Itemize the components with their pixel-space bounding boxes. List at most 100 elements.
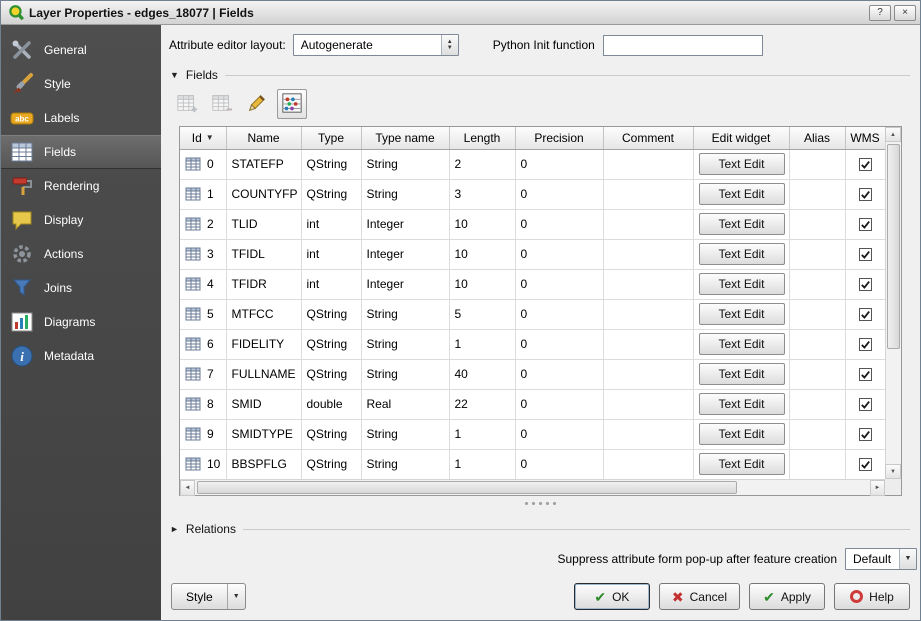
cell-precision[interactable]: 0 [515, 239, 603, 269]
header-comment[interactable]: Comment [603, 127, 693, 149]
cell-type-name[interactable]: String [361, 449, 449, 479]
cell-precision[interactable]: 0 [515, 179, 603, 209]
horizontal-scrollbar-thumb[interactable] [197, 481, 737, 494]
cell-comment[interactable] [603, 449, 693, 479]
cell-length[interactable]: 22 [449, 389, 515, 419]
vertical-scrollbar[interactable]: ▲ ▼ [885, 127, 901, 479]
titlebar[interactable]: Layer Properties - edges_18077 | Fields … [1, 1, 920, 25]
cell-alias[interactable] [789, 389, 845, 419]
cell-type-name[interactable]: String [361, 299, 449, 329]
edit-widget-button[interactable]: Text Edit [699, 423, 785, 445]
wms-checkbox[interactable] [859, 458, 872, 471]
cell-comment[interactable] [603, 149, 693, 179]
wms-checkbox[interactable] [859, 428, 872, 441]
wms-checkbox[interactable] [859, 248, 872, 261]
python-init-input[interactable] [603, 35, 763, 56]
cell-name[interactable]: TLID [226, 209, 301, 239]
window-help-button[interactable]: ? [869, 5, 891, 21]
edit-widget-button[interactable]: Text Edit [699, 153, 785, 175]
cell-name[interactable]: SMID [226, 389, 301, 419]
cell-name[interactable]: FULLNAME [226, 359, 301, 389]
cell-precision[interactable]: 0 [515, 419, 603, 449]
horizontal-scrollbar[interactable]: ◄ ► [180, 479, 885, 495]
header-name[interactable]: Name [226, 127, 301, 149]
cell-type[interactable]: QString [301, 149, 361, 179]
cell-precision[interactable]: 0 [515, 209, 603, 239]
cell-length[interactable]: 1 [449, 449, 515, 479]
cell-type-name[interactable]: String [361, 149, 449, 179]
cell-name[interactable]: SMIDTYPE [226, 419, 301, 449]
scroll-left-icon[interactable]: ◄ [180, 480, 195, 496]
cell-type-name[interactable]: String [361, 419, 449, 449]
cell-comment[interactable] [603, 179, 693, 209]
header-wms[interactable]: WMS [845, 127, 885, 149]
new-column-button[interactable] [172, 89, 202, 119]
help-button[interactable]: Help [834, 583, 910, 610]
wms-checkbox[interactable] [859, 278, 872, 291]
cell-comment[interactable] [603, 239, 693, 269]
cell-type[interactable]: double [301, 389, 361, 419]
sidebar-item-general[interactable]: General [1, 33, 161, 67]
cell-type[interactable]: int [301, 209, 361, 239]
fields-group-header[interactable]: ▼ Fields [170, 68, 910, 82]
dropdown-icon[interactable]: ▼ [899, 549, 916, 569]
cell-id[interactable]: 10 [180, 449, 226, 479]
cell-id[interactable]: 6 [180, 329, 226, 359]
cell-comment[interactable] [603, 329, 693, 359]
cell-type[interactable]: int [301, 269, 361, 299]
cell-type-name[interactable]: Real [361, 389, 449, 419]
cell-precision[interactable]: 0 [515, 449, 603, 479]
cell-precision[interactable]: 0 [515, 389, 603, 419]
cell-length[interactable]: 3 [449, 179, 515, 209]
cell-id[interactable]: 3 [180, 239, 226, 269]
header-alias[interactable]: Alias [789, 127, 845, 149]
style-dropdown-icon[interactable]: ▼ [227, 584, 245, 609]
cell-name[interactable]: TFIDR [226, 269, 301, 299]
style-button[interactable]: Style ▼ [171, 583, 246, 610]
delete-column-button[interactable] [207, 89, 237, 119]
wms-checkbox[interactable] [859, 338, 872, 351]
scroll-right-icon[interactable]: ► [870, 480, 885, 496]
sidebar-item-actions[interactable]: Actions [1, 237, 161, 271]
cell-precision[interactable]: 0 [515, 299, 603, 329]
cell-id[interactable]: 1 [180, 179, 226, 209]
cell-id[interactable]: 2 [180, 209, 226, 239]
attribute-editor-layout-select[interactable]: Autogenerate ▲▼ [293, 34, 459, 56]
cell-name[interactable]: FIDELITY [226, 329, 301, 359]
cell-id[interactable]: 9 [180, 419, 226, 449]
cell-alias[interactable] [789, 419, 845, 449]
cell-comment[interactable] [603, 389, 693, 419]
cell-id[interactable]: 8 [180, 389, 226, 419]
cell-comment[interactable] [603, 359, 693, 389]
header-type-name[interactable]: Type name [361, 127, 449, 149]
cell-type[interactable]: QString [301, 449, 361, 479]
cell-type-name[interactable]: String [361, 359, 449, 389]
cell-comment[interactable] [603, 209, 693, 239]
cell-type[interactable]: QString [301, 299, 361, 329]
relations-group-header[interactable]: ► Relations [170, 522, 910, 536]
cell-type-name[interactable]: Integer [361, 269, 449, 299]
edit-widget-button[interactable]: Text Edit [699, 243, 785, 265]
cell-id[interactable]: 5 [180, 299, 226, 329]
cell-name[interactable]: TFIDL [226, 239, 301, 269]
cell-type-name[interactable]: String [361, 329, 449, 359]
edit-widget-button[interactable]: Text Edit [699, 333, 785, 355]
cell-length[interactable]: 5 [449, 299, 515, 329]
ok-button[interactable]: ✔ OK [574, 583, 650, 610]
apply-button[interactable]: ✔ Apply [749, 583, 825, 610]
header-edit-widget[interactable]: Edit widget [693, 127, 789, 149]
cell-id[interactable]: 4 [180, 269, 226, 299]
sidebar-item-metadata[interactable]: i Metadata [1, 339, 161, 373]
cell-alias[interactable] [789, 149, 845, 179]
window-close-button[interactable]: × [894, 5, 916, 21]
edit-widget-button[interactable]: Text Edit [699, 213, 785, 235]
header-type[interactable]: Type [301, 127, 361, 149]
cell-type-name[interactable]: String [361, 179, 449, 209]
cell-alias[interactable] [789, 359, 845, 389]
cell-alias[interactable] [789, 269, 845, 299]
vertical-scrollbar-thumb[interactable] [887, 144, 900, 349]
cell-length[interactable]: 10 [449, 269, 515, 299]
cell-alias[interactable] [789, 299, 845, 329]
edit-widget-button[interactable]: Text Edit [699, 393, 785, 415]
cell-id[interactable]: 0 [180, 149, 226, 179]
